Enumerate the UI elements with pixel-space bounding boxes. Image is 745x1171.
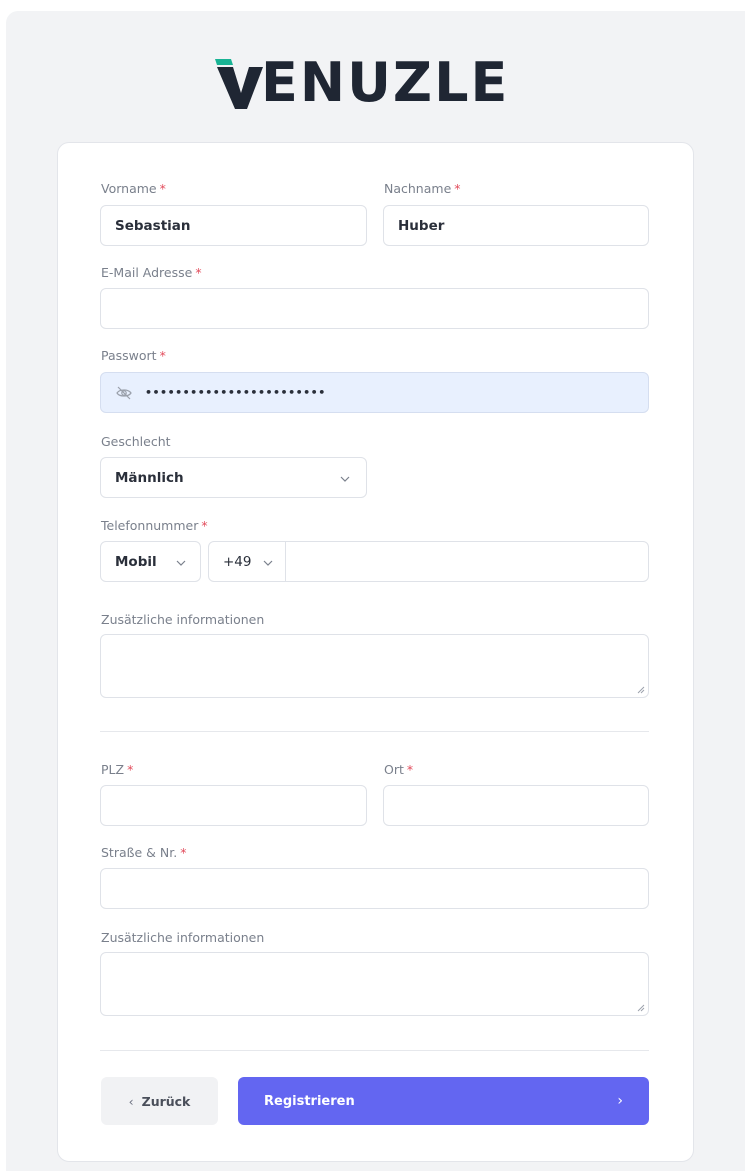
zip-field[interactable] <box>100 785 367 826</box>
first-name-label: Vorname * <box>101 181 166 196</box>
country-code-value[interactable]: +49 <box>223 554 252 570</box>
password-label: Passwort * <box>101 348 166 363</box>
address-additional-info-label: Zusätzliche informationen <box>101 930 265 945</box>
gender-value: Männlich <box>115 469 184 486</box>
first-name-field[interactable]: Sebastian <box>100 205 367 246</box>
password-value: •••••••••••••••••••••••• <box>145 386 326 399</box>
email-field[interactable] <box>100 288 649 329</box>
phone-label: Telefonnummer * <box>101 518 208 533</box>
resize-handle-icon[interactable] <box>637 686 645 694</box>
eye-off-icon[interactable] <box>115 384 133 402</box>
city-field[interactable] <box>383 785 649 826</box>
email-label: E-Mail Adresse * <box>101 265 202 280</box>
back-button-label: Zurück <box>141 1093 191 1109</box>
back-button[interactable]: ‹ Zurück <box>101 1077 218 1125</box>
address-additional-info-textarea[interactable] <box>100 952 649 1016</box>
additional-info-label: Zusätzliche informationen <box>101 612 265 627</box>
register-button-label: Registrieren <box>264 1093 355 1109</box>
chevron-left-icon: ‹ <box>128 1093 134 1109</box>
actions-divider <box>100 1050 649 1051</box>
gender-label: Geschlecht <box>101 434 171 449</box>
section-divider <box>100 731 649 732</box>
last-name-field[interactable]: Huber <box>383 205 649 246</box>
street-label: Straße & Nr. * <box>101 845 187 860</box>
street-field[interactable] <box>100 868 649 909</box>
register-button[interactable]: Registrieren › <box>238 1077 649 1125</box>
additional-info-textarea[interactable] <box>100 634 649 698</box>
zip-label: PLZ * <box>101 762 134 777</box>
last-name-value: Huber <box>398 217 445 234</box>
last-name-label: Nachname * <box>384 181 461 196</box>
resize-handle-icon[interactable] <box>637 1004 645 1012</box>
first-name-value: Sebastian <box>115 217 191 234</box>
city-label: Ort * <box>384 762 414 777</box>
chevron-down-icon <box>340 476 350 482</box>
phone-type-value: Mobil <box>115 553 157 570</box>
phone-type-select[interactable]: Mobil <box>100 541 201 582</box>
password-field[interactable]: •••••••••••••••••••••••• <box>100 372 649 413</box>
chevron-right-icon: › <box>617 1093 623 1109</box>
gender-select[interactable]: Männlich <box>100 457 367 498</box>
phone-number-field[interactable]: +49 <box>208 541 649 582</box>
chevron-down-icon <box>176 560 186 566</box>
venuzle-logo: ENUZLE <box>213 52 543 114</box>
country-code-divider <box>285 542 286 581</box>
logo-v-mark <box>213 55 265 111</box>
chevron-down-icon <box>263 560 273 566</box>
logo-wordmark: ENUZLE <box>261 51 510 114</box>
